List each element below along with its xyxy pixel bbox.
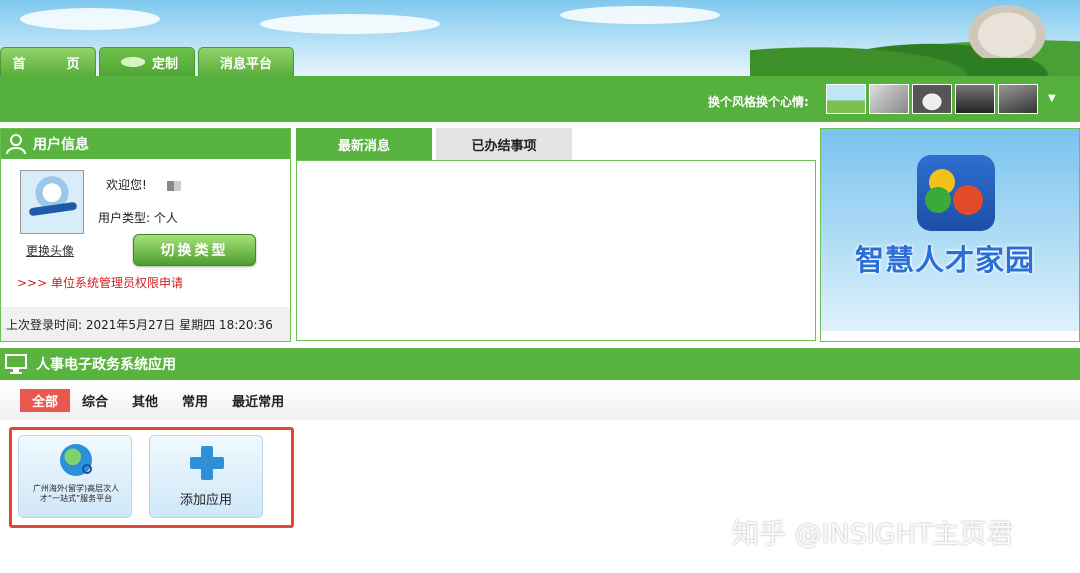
promo-footer [821, 331, 1079, 341]
apps-section-title: 人事电子政务系统应用 [36, 357, 176, 373]
tab-customize[interactable]: 定制 [99, 47, 195, 76]
cloud-decoration [560, 6, 720, 24]
statue-decoration [962, 0, 1052, 58]
redacted-username [166, 180, 181, 191]
welcome-text: 欢迎您! [106, 176, 181, 193]
skin-thumbnail-jets[interactable] [869, 84, 909, 114]
user-info-panel: 用户信息 更换头像 欢迎您! 用户类型: 个人 切换类型 >>> 单位系统管理员… [0, 128, 291, 342]
news-panel: 最新消息 已办结事项 [296, 128, 819, 342]
promo-title: 智慧人才家园 [855, 243, 1036, 277]
skin-thumbnail-dark[interactable] [955, 84, 995, 114]
user-info-header: 用户信息 [1, 129, 290, 159]
admin-permission-apply-link[interactable]: >>> 单位系统管理员权限申请 [17, 274, 183, 291]
magnifier-icon [82, 464, 92, 474]
watermark: 知乎 @INSIGHT主页君 [732, 519, 1014, 550]
filter-all[interactable]: 全部 [20, 389, 71, 412]
filter-common[interactable]: 常用 [170, 389, 220, 412]
skin-label: 换个风格换个心情: [708, 95, 809, 109]
avatar [20, 170, 84, 234]
logo-green-dot [925, 187, 951, 213]
skin-thumbnail-sports-car[interactable] [998, 84, 1038, 114]
tab-home[interactable]: 首 页 [0, 47, 96, 76]
monitor-icon [5, 354, 27, 374]
filter-general[interactable]: 综合 [70, 389, 120, 412]
user-info-title: 用户信息 [33, 137, 89, 153]
cloud-decoration [260, 14, 440, 34]
last-login-time: 上次登录时间: 2021年5月27日 星期四 18:20:36 [1, 307, 290, 341]
skin-thumbnail-car[interactable] [912, 84, 952, 114]
chevron-down-icon[interactable]: ▼ [1048, 93, 1056, 104]
filter-recent[interactable]: 最近常用 [220, 389, 296, 412]
add-app-label: 添加应用 [179, 493, 232, 508]
main-nav-tabs: 首 页 定制 消息平台 [0, 47, 297, 76]
tab-message-platform[interactable]: 消息平台 [198, 47, 294, 76]
skin-picker [826, 84, 1041, 114]
customize-icon [115, 55, 150, 69]
app-card-overseas-talent[interactable]: 广州海外(留学)高层次人才“一站式”服务平台 [18, 435, 132, 518]
app-filters: 全部 综合 其他 常用 最近常用 [20, 389, 296, 412]
tab-latest-news[interactable]: 最新消息 [296, 128, 432, 160]
user-type-value: 个人 [153, 211, 178, 225]
avatar-logo [28, 201, 78, 217]
plus-icon-bar [190, 457, 224, 469]
skin-thumbnail-landscape[interactable] [826, 84, 866, 114]
user-type-label: 用户类型: [98, 211, 151, 225]
change-avatar-link[interactable]: 更换头像 [26, 242, 74, 259]
switch-type-button[interactable]: 切换类型 [133, 234, 256, 266]
cloud-decoration [20, 8, 160, 30]
app-card-label: 广州海外(留学)高层次人才“一站式”服务平台 [32, 484, 120, 503]
welcome-label: 欢迎您! [106, 178, 147, 192]
news-tabs: 最新消息 已办结事项 [296, 128, 819, 160]
smart-talent-promo-banner[interactable]: 智慧人才家园 [820, 128, 1080, 342]
news-content-area [296, 160, 816, 341]
tab-message-label: 消息平台 [219, 56, 272, 72]
add-app-button[interactable]: 添加应用 [149, 435, 263, 518]
apps-section-header: 人事电子政务系统应用 [0, 348, 1080, 380]
user-icon [6, 134, 26, 155]
tab-completed-items[interactable]: 已办结事项 [436, 128, 572, 160]
tab-home-label: 首 页 [12, 56, 94, 72]
filter-other[interactable]: 其他 [120, 389, 170, 412]
user-type-line: 用户类型: 个人 [98, 209, 178, 226]
app-filter-bar: 全部 综合 其他 常用 最近常用 [0, 380, 1080, 420]
tab-customize-label: 定制 [151, 56, 178, 72]
theme-toolbar: 换个风格换个心情: ▼ [0, 76, 1080, 122]
